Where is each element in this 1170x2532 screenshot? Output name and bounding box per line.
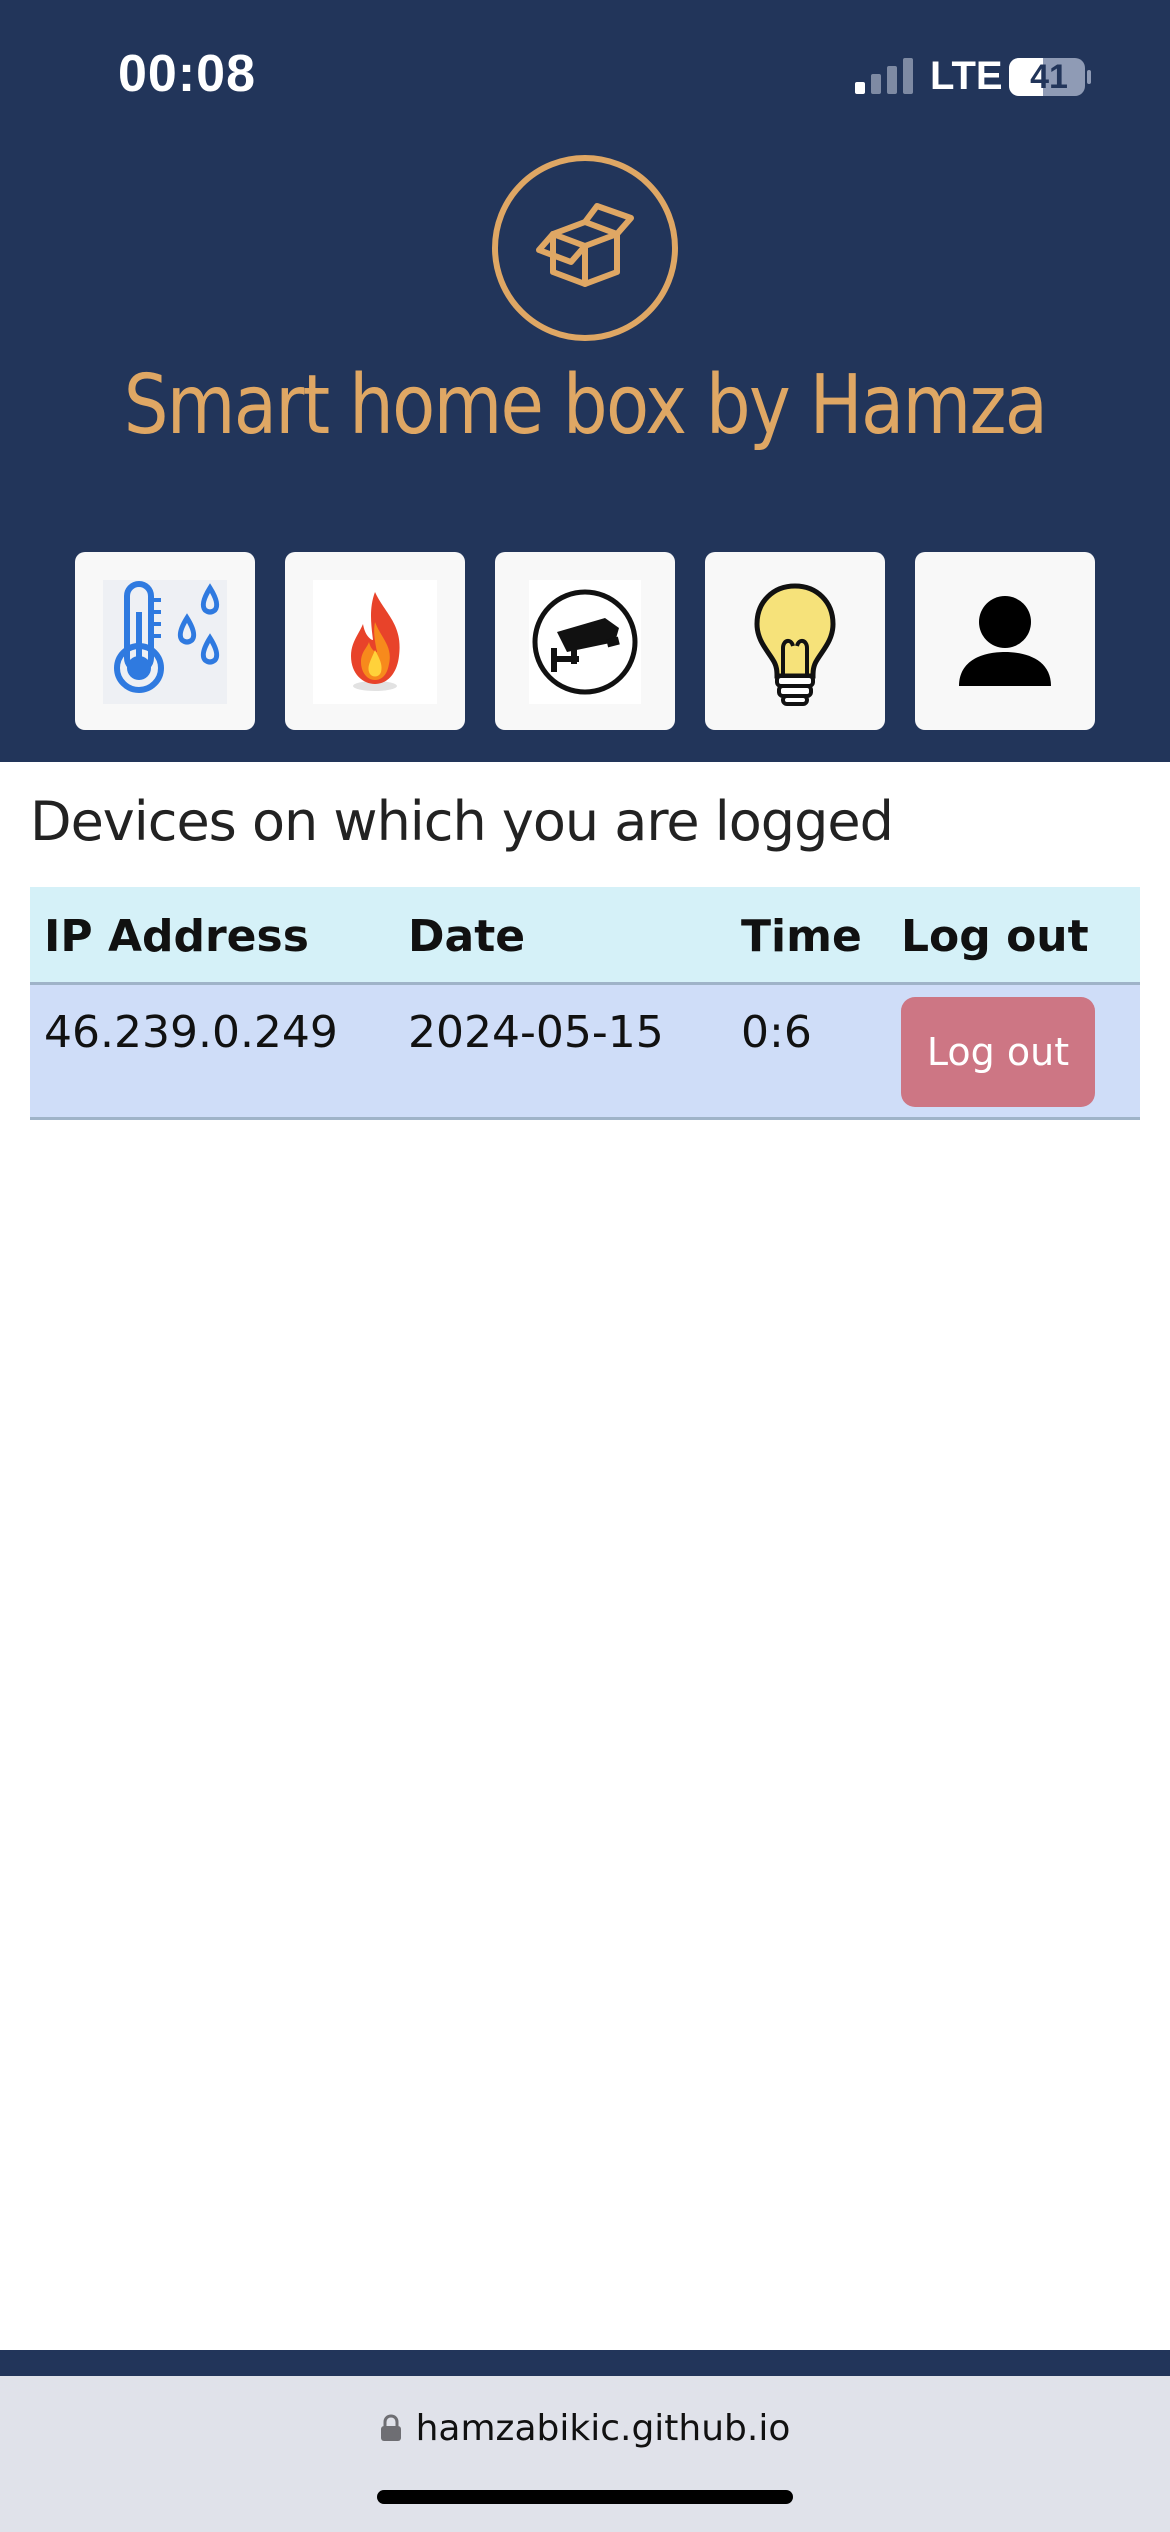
lock-icon — [380, 2414, 401, 2441]
security-camera-icon — [529, 580, 641, 704]
devices-table: IP Address Date Time Log out 46.239.0.24… — [30, 887, 1140, 1120]
table-row: 46.239.0.249 2024-05-15 0:6 Log out — [30, 985, 1140, 1120]
flame-icon — [313, 580, 437, 704]
cell-ip-address: 46.239.0.249 — [44, 1007, 338, 1058]
network-type: LTE — [930, 54, 1003, 98]
table-header: IP Address Date Time Log out — [30, 887, 1140, 985]
signal-strength-icon — [855, 58, 913, 94]
page-footer-strip — [0, 2350, 1170, 2376]
nav-light[interactable] — [705, 552, 885, 730]
nav-profile[interactable] — [915, 552, 1095, 730]
nav-fire[interactable] — [285, 552, 465, 730]
cell-time: 0:6 — [741, 1007, 812, 1058]
url-text: hamzabikic.github.io — [415, 2408, 791, 2449]
home-indicator — [377, 2490, 793, 2504]
column-ip-address: IP Address — [44, 911, 309, 962]
brand-title: Smart home box by Hamza — [123, 358, 1048, 453]
browser-address-bar[interactable] — [0, 2376, 1170, 2532]
column-date: Date — [408, 911, 526, 962]
url-display[interactable]: hamzabikic.github.io — [0, 2408, 1170, 2449]
app-header: 00:08 LTE 41 Smart home box by Hamza — [0, 0, 1170, 762]
log-out-button[interactable]: Log out — [901, 997, 1095, 1107]
column-log-out: Log out — [901, 911, 1089, 962]
nav-temperature-humidity[interactable] — [75, 552, 255, 730]
status-time: 00:08 — [118, 45, 256, 103]
cell-date: 2024-05-15 — [408, 1007, 664, 1058]
devices-heading: Devices on which you are logged — [30, 790, 894, 853]
lightbulb-icon — [754, 583, 836, 706]
person-icon — [959, 596, 1051, 686]
column-time: Time — [741, 911, 862, 962]
nav-camera[interactable] — [495, 552, 675, 730]
open-box-icon — [492, 155, 678, 341]
thermometer-drops-icon — [103, 580, 227, 704]
battery-level: 41 — [1030, 58, 1068, 96]
